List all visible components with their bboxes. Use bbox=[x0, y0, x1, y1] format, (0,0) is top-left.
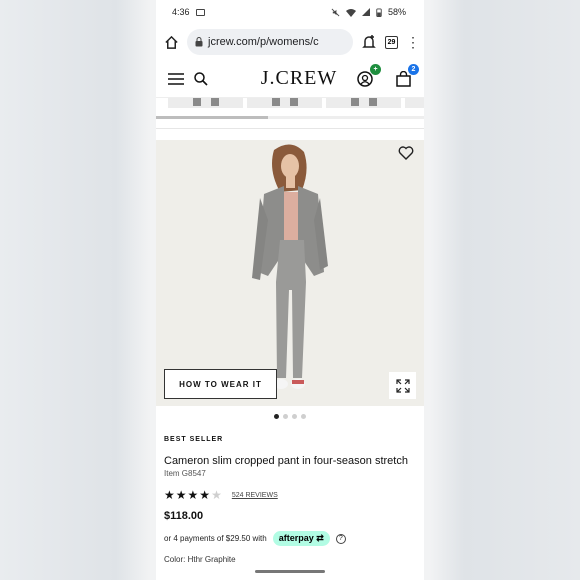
status-time: 4:36 bbox=[172, 7, 190, 17]
star-filled-icon: ★ bbox=[164, 488, 175, 502]
scroll-thumb[interactable] bbox=[156, 116, 268, 119]
how-to-wear-button[interactable]: HOW TO WEAR IT bbox=[164, 369, 277, 399]
color-value: Hthr Graphite bbox=[187, 555, 236, 564]
wifi-icon bbox=[345, 8, 356, 17]
divider bbox=[156, 128, 424, 129]
url-text: jcrew.com/p/womens/c bbox=[208, 36, 319, 48]
home-indicator[interactable] bbox=[255, 570, 325, 573]
star-filled-icon: ★ bbox=[175, 488, 187, 502]
carousel-dot[interactable] bbox=[301, 414, 306, 419]
home-icon[interactable] bbox=[164, 35, 179, 50]
installments-text: or 4 payments of $29.50 with bbox=[164, 534, 267, 543]
thumbnail[interactable] bbox=[247, 98, 322, 108]
account-badge: + bbox=[370, 63, 381, 75]
notification-add-icon[interactable] bbox=[361, 34, 377, 50]
thumbnail[interactable] bbox=[168, 98, 243, 108]
product-info: BEST SELLER Cameron slim cropped pant in… bbox=[164, 436, 418, 564]
heart-icon[interactable] bbox=[398, 146, 414, 160]
product-title: Cameron slim cropped pant in four-season… bbox=[164, 455, 408, 467]
model-illustration bbox=[156, 140, 424, 406]
search-icon[interactable] bbox=[194, 71, 208, 86]
reviews-link[interactable]: 524 REVIEWS bbox=[232, 492, 278, 499]
star-empty-icon: ★ bbox=[211, 488, 222, 502]
product-price: $118.00 bbox=[164, 510, 204, 522]
carousel-dot[interactable] bbox=[274, 414, 279, 419]
item-number: Item G8547 bbox=[164, 469, 206, 478]
thumbnail[interactable] bbox=[326, 98, 401, 108]
expand-icon bbox=[395, 378, 410, 393]
menu-icon[interactable] bbox=[168, 72, 184, 85]
carousel-dots bbox=[156, 414, 424, 419]
status-bar: 4:36 58% bbox=[156, 0, 424, 24]
carousel-dot[interactable] bbox=[283, 414, 288, 419]
rating-row: ★ ★ ★ ★ ★ 524 REVIEWS bbox=[164, 489, 418, 501]
battery-icon bbox=[376, 7, 382, 17]
browser-toolbar: jcrew.com/p/womens/c 29 ⋮ bbox=[156, 24, 424, 60]
afterpay-logo[interactable]: afterpay ⇄ bbox=[272, 531, 330, 546]
cart-count-badge: 2 bbox=[408, 63, 419, 75]
color-label: Color: bbox=[164, 555, 186, 564]
thumbnail[interactable] bbox=[405, 98, 424, 108]
battery-level: 58% bbox=[387, 7, 406, 17]
star-filled-icon: ★ bbox=[199, 488, 211, 502]
star-rating: ★ ★ ★ ★ ★ bbox=[164, 489, 222, 501]
expand-button[interactable] bbox=[389, 372, 416, 399]
site-header: J.CREW + 2 bbox=[156, 60, 424, 98]
best-seller-badge: BEST SELLER bbox=[164, 436, 224, 443]
mute-icon bbox=[331, 8, 340, 16]
product-image[interactable]: HOW TO WEAR IT bbox=[156, 140, 424, 406]
url-bar[interactable]: jcrew.com/p/womens/c bbox=[187, 29, 353, 55]
tabs-icon[interactable]: 29 bbox=[385, 35, 398, 49]
signal-icon bbox=[361, 8, 370, 16]
phone-screen: 4:36 58% jcrew.com/p/womens/c 29 ⋮ J.CRE… bbox=[156, 0, 424, 580]
help-icon[interactable]: ? bbox=[335, 533, 346, 544]
color-row: Color: Hthr Graphite bbox=[164, 555, 418, 564]
brand-logo[interactable]: J.CREW bbox=[218, 67, 346, 90]
bag-button[interactable]: 2 bbox=[394, 63, 419, 88]
more-icon[interactable]: ⋮ bbox=[406, 35, 420, 49]
account-button[interactable]: + bbox=[356, 63, 381, 88]
scroll-track bbox=[156, 116, 424, 119]
carousel-dot[interactable] bbox=[292, 414, 297, 419]
screen-icon bbox=[195, 8, 205, 16]
star-filled-icon: ★ bbox=[187, 488, 199, 502]
lock-icon bbox=[195, 37, 203, 47]
thumbnail-strip[interactable] bbox=[156, 98, 424, 124]
afterpay-row: or 4 payments of $29.50 with afterpay ⇄ … bbox=[164, 531, 418, 546]
